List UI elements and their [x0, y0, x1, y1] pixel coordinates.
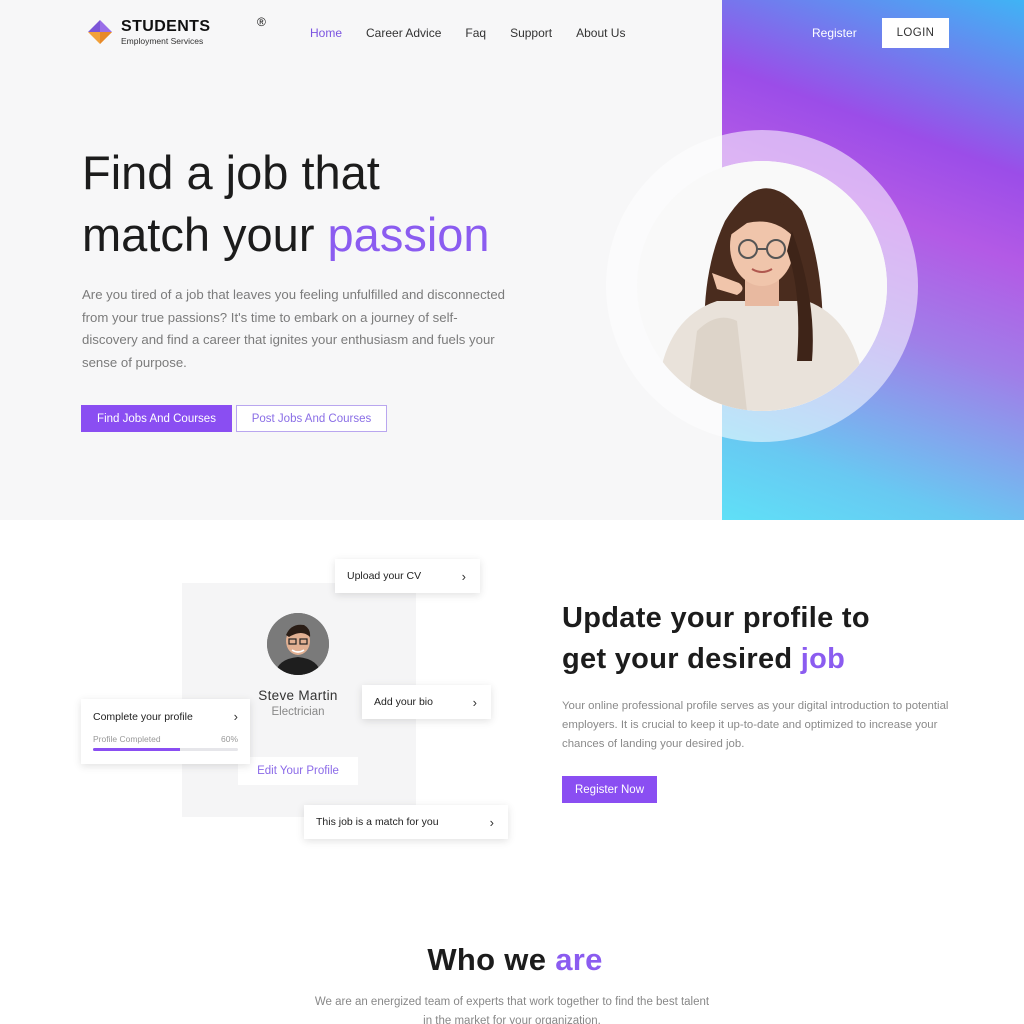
main-nav: Home Career Advice Faq Support About Us	[310, 26, 625, 40]
hero-title-accent: passion	[327, 208, 490, 261]
edit-profile-button[interactable]: Edit Your Profile	[238, 757, 358, 785]
profile-section-title-accent: job	[800, 643, 846, 675]
brand-subtitle: Employment Services	[121, 35, 204, 46]
chevron-right-icon: ›	[233, 709, 238, 724]
nav-item-home[interactable]: Home	[310, 26, 342, 40]
who-we-are-title-accent: are	[555, 942, 603, 977]
hero-title-line2: match your	[82, 208, 315, 261]
registered-mark: ®	[257, 14, 266, 29]
job-match-chip[interactable]: This job is a match for you ›	[304, 805, 508, 839]
register-link[interactable]: Register	[812, 26, 857, 40]
hero-description: Are you tired of a job that leaves you f…	[82, 287, 506, 370]
diamond-logo-icon	[88, 20, 112, 44]
add-bio-label: Add your bio	[374, 696, 433, 708]
brand-logo[interactable]: STUDENTS ® Employment Services	[86, 16, 266, 46]
progress-percent: 60%	[220, 734, 238, 744]
complete-profile-chip[interactable]: Complete your profile › Profile Complete…	[81, 699, 250, 764]
hero-title: Find a job that match your passion	[82, 142, 490, 266]
nav-item-faq[interactable]: Faq	[465, 26, 486, 40]
chevron-right-icon: ›	[472, 694, 477, 710]
find-jobs-button[interactable]: Find Jobs And Courses	[81, 405, 232, 432]
login-button[interactable]: LOGIN	[882, 18, 949, 48]
hero-title-line1: Find a job that	[82, 146, 380, 199]
profile-section-title-line1: Update your profile to	[562, 602, 870, 634]
avatar	[267, 613, 329, 675]
profile-section-description: Your online professional profile serves …	[562, 700, 949, 750]
complete-profile-title: Complete your profile	[93, 710, 193, 723]
add-bio-chip[interactable]: Add your bio ›	[362, 685, 491, 719]
woman-illustration	[637, 161, 887, 411]
profile-progress-bar	[93, 748, 238, 751]
nav-item-support[interactable]: Support	[510, 26, 552, 40]
profile-section-title: Update your profile to get your desired …	[562, 598, 870, 680]
who-we-are-title-main: Who we	[427, 942, 547, 977]
profile-section-title-line2: get your desired	[562, 643, 793, 675]
job-match-label: This job is a match for you	[316, 816, 439, 828]
chevron-right-icon: ›	[461, 568, 466, 584]
hero-woman-photo	[637, 161, 887, 411]
upload-cv-chip[interactable]: Upload your CV ›	[335, 559, 480, 593]
who-we-are-title: Who we are	[0, 942, 1024, 978]
nav-item-about-us[interactable]: About Us	[576, 26, 625, 40]
progress-label: Profile Completed	[93, 734, 161, 744]
post-jobs-button[interactable]: Post Jobs And Courses	[236, 405, 387, 432]
upload-cv-label: Upload your CV	[347, 570, 422, 582]
register-now-button[interactable]: Register Now	[562, 776, 657, 803]
chevron-right-icon: ›	[489, 814, 494, 830]
brand-name: STUDENTS	[121, 17, 211, 35]
man-avatar-illustration	[267, 613, 329, 675]
nav-item-career-advice[interactable]: Career Advice	[366, 26, 441, 40]
who-we-are-description: We are an energized team of experts that…	[314, 996, 710, 1024]
profile-progress-fill	[93, 748, 180, 751]
